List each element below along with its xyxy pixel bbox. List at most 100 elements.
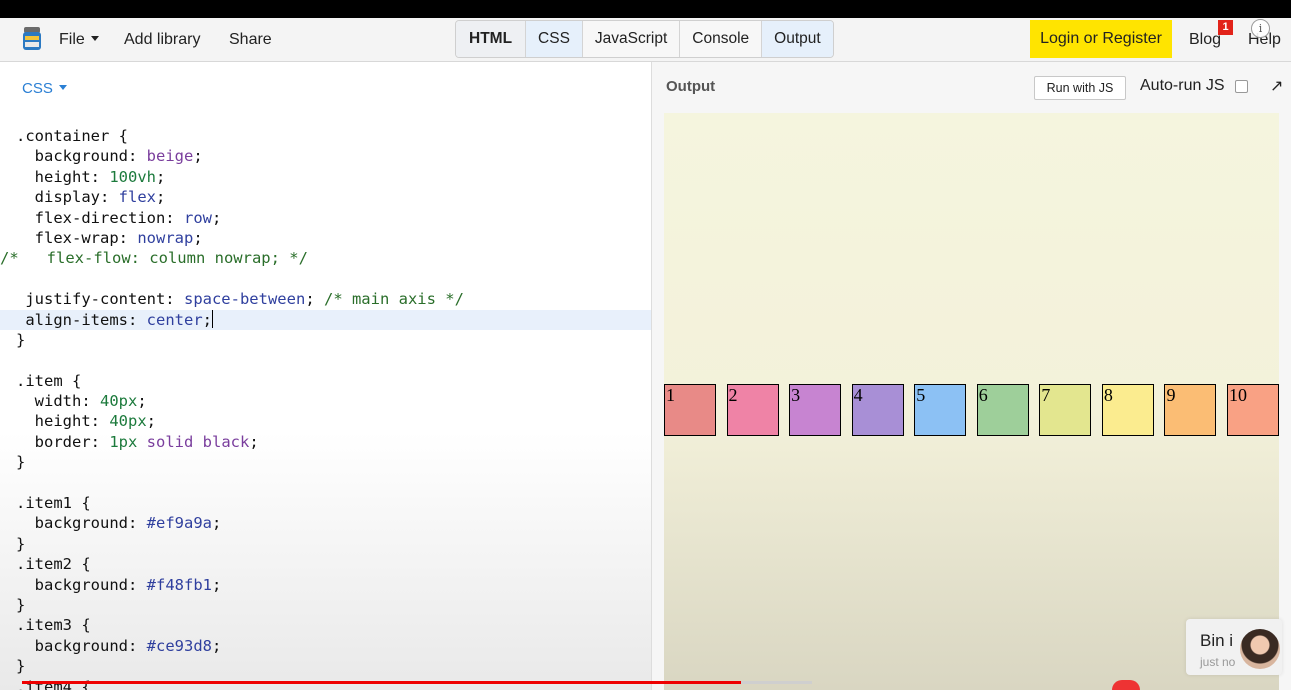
code-token: .item3 { [16, 616, 91, 635]
code-token: align-items: [16, 310, 147, 329]
tab-console[interactable]: Console [680, 21, 763, 57]
css-panel-header[interactable]: CSS [22, 80, 67, 97]
jsfiddle-logo-icon[interactable] [22, 26, 42, 54]
file-menu-label: File [59, 31, 85, 48]
code-token: background: [16, 514, 147, 533]
toast-name: Bin i [1200, 631, 1234, 650]
code-token: background: [16, 147, 147, 166]
flex-item: 1 [664, 384, 716, 436]
tab-html[interactable]: HTML [456, 21, 527, 57]
login-register-button[interactable]: Login or Register [1030, 20, 1172, 58]
video-progress-bar[interactable] [22, 681, 812, 684]
code-token: ; [305, 290, 324, 309]
output-panel: Output Run with JS Auto-run JS ↗ 1234567… [651, 62, 1291, 690]
code-token: beige [146, 147, 194, 166]
code-token: ; [211, 208, 222, 227]
flex-item: 5 [914, 384, 967, 436]
output-frame: 1 2 3 4 5 6 7 8 9 10 [664, 113, 1279, 690]
info-icon[interactable]: i [1251, 19, 1270, 38]
flex-item: 10 [1227, 384, 1279, 436]
code-token: ; [211, 514, 222, 533]
code-line: display: flex; [0, 187, 651, 207]
code-token: flex [118, 188, 156, 207]
code-line: } [0, 330, 651, 350]
code-token: } [16, 534, 26, 553]
code-token: border: [16, 432, 110, 451]
code-token: width: [16, 392, 100, 411]
code-line: .item2 { [0, 554, 651, 574]
chevron-down-icon [90, 36, 99, 41]
code-area[interactable]: .container { background: beige; height: … [0, 126, 651, 690]
chevron-down-icon [58, 85, 67, 90]
code-token: nowrap [137, 228, 194, 247]
code-comment: /* main axis */ [323, 290, 464, 309]
code-line: } [0, 452, 651, 472]
code-token: background: [16, 575, 147, 594]
code-token: ; [155, 188, 166, 207]
code-line: justify-content: space-between; /* main … [0, 289, 651, 309]
code-token: flex-wrap: [16, 228, 138, 247]
share-link[interactable]: Share [229, 31, 272, 49]
code-token: row [183, 208, 212, 227]
code-line: .container { [0, 126, 651, 146]
code-token: ; [211, 636, 222, 655]
code-line: } [0, 534, 651, 554]
auto-run-checkbox[interactable] [1235, 80, 1248, 93]
code-token: 40px [109, 412, 147, 431]
toast-time: just no [1200, 655, 1236, 669]
code-token: } [16, 453, 26, 472]
flex-item: 6 [976, 384, 1029, 436]
code-line: background: beige; [0, 146, 651, 166]
blog-link[interactable]: Blog [1189, 31, 1221, 49]
code-token: center [146, 310, 203, 329]
expand-arrow-icon[interactable]: ↗ [1270, 76, 1283, 96]
run-with-js-button[interactable]: Run with JS [1034, 76, 1126, 100]
blog-notification-badge: 1 [1218, 20, 1233, 35]
code-token: ; [211, 575, 222, 594]
code-token: ; [193, 147, 203, 166]
code-line: .item3 { [0, 615, 651, 635]
add-library-link[interactable]: Add library [124, 31, 200, 49]
code-token: ; [156, 167, 166, 186]
tab-css[interactable]: CSS [526, 21, 583, 57]
code-line: height: 100vh; [0, 167, 651, 187]
code-token: ; [202, 310, 212, 329]
code-token: 100vh [109, 167, 156, 186]
auto-run-label: Auto-run JS [1140, 77, 1225, 94]
code-line: .item1 { [0, 493, 651, 513]
flex-item: 7 [1039, 384, 1092, 436]
code-comment: /* flex-flow: column nowrap; */ [0, 249, 308, 268]
code-line: flex-direction: row; [0, 208, 651, 228]
code-token: flex-direction: [16, 208, 184, 227]
css-panel-title: CSS [22, 80, 53, 97]
code-line: border: 1px solid black; [0, 432, 651, 452]
code-line: .item { [0, 371, 651, 391]
channel-logo-icon [1112, 680, 1140, 690]
code-token: ; [193, 228, 203, 247]
css-editor-panel: CSS .container { background: beige; heig… [0, 62, 651, 690]
code-line: width: 40px; [0, 391, 651, 411]
tab-javascript[interactable]: JavaScript [583, 21, 681, 57]
code-token: height: [16, 167, 110, 186]
code-token: .container { [16, 127, 128, 145]
code-token: ; [137, 392, 147, 411]
code-token: } [16, 595, 26, 614]
avatar [1240, 629, 1280, 669]
video-progress-fill [22, 681, 741, 684]
file-menu[interactable]: File [59, 31, 99, 49]
flex-item: 3 [789, 384, 842, 436]
code-token: ; [146, 412, 156, 431]
code-line: background: #f48fb1; [0, 575, 651, 595]
code-token: #f48fb1 [146, 575, 212, 594]
active-code-line: align-items: center; [0, 309, 651, 330]
code-token: background: [16, 636, 147, 655]
flex-item: 9 [1164, 384, 1217, 436]
code-token: .item1 { [16, 494, 91, 513]
text-cursor [212, 309, 213, 328]
flex-container: 1 2 3 4 5 6 7 8 9 10 [664, 384, 1279, 436]
code-token: ; [249, 432, 259, 451]
tab-output[interactable]: Output [762, 21, 833, 57]
toolbar: File Add library Share HTML CSS JavaScri… [0, 18, 1291, 62]
code-token: 1px [109, 432, 138, 451]
